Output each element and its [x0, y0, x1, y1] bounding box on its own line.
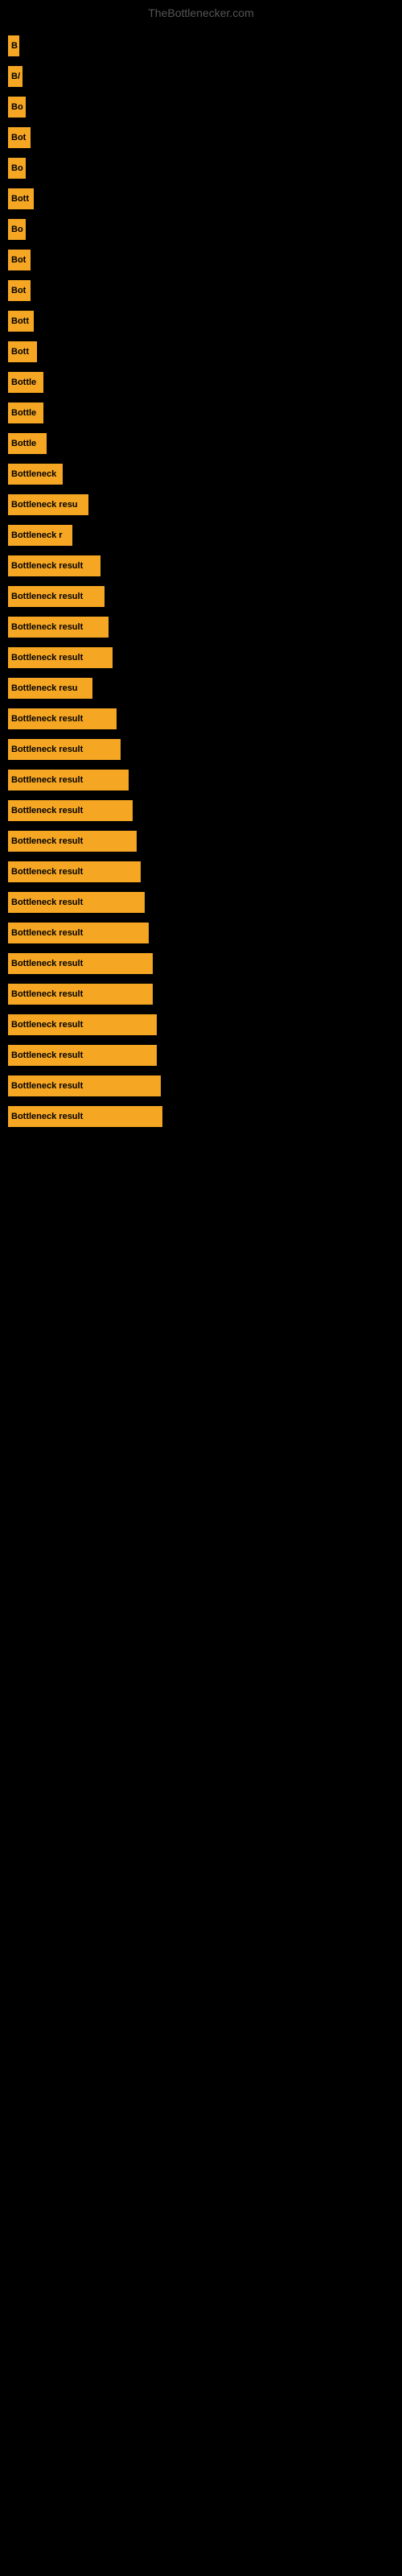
bar-row: Bottleneck [8, 459, 402, 489]
bar-row: Bottleneck result [8, 948, 402, 979]
bar-label: Bottleneck result [8, 1075, 161, 1096]
bar-label: Bottle [8, 433, 47, 454]
bar-label: Bottle [8, 372, 43, 393]
bar-label: Bott [8, 311, 34, 332]
bar-label: Bot [8, 250, 31, 270]
bar-row: Bottleneck result [8, 581, 402, 612]
bar-row: Bottleneck result [8, 1101, 402, 1132]
bar-label: Bott [8, 188, 34, 209]
bar-row: Bo [8, 92, 402, 122]
bar-row: Bot [8, 122, 402, 153]
site-title: TheBottlenecker.com [0, 0, 402, 23]
bar-label: Bottleneck resu [8, 494, 88, 515]
bar-row: Bottleneck result [8, 612, 402, 642]
bar-row: Bottleneck result [8, 704, 402, 734]
bar-row: B/ [8, 61, 402, 92]
bar-label: Bottleneck result [8, 617, 109, 638]
bar-row: Bottle [8, 367, 402, 398]
bar-row: Bott [8, 184, 402, 214]
bar-label: Bo [8, 97, 26, 118]
bar-row: Bottle [8, 428, 402, 459]
bar-row: Bottleneck result [8, 1071, 402, 1101]
bar-row: B [8, 31, 402, 61]
bar-label: Bottleneck result [8, 770, 129, 791]
bar-row: Bottleneck result [8, 642, 402, 673]
bar-label: Bottleneck r [8, 525, 72, 546]
bar-row: Bottleneck result [8, 795, 402, 826]
bar-label: Bottleneck result [8, 984, 153, 1005]
bar-row: Bottleneck result [8, 1040, 402, 1071]
bar-row: Bottleneck result [8, 765, 402, 795]
bar-label: Bot [8, 280, 31, 301]
bar-row: Bottleneck r [8, 520, 402, 551]
bar-label: B/ [8, 66, 23, 87]
bar-label: B [8, 35, 19, 56]
bar-label: Bottleneck result [8, 1106, 162, 1127]
bar-label: Bo [8, 219, 26, 240]
bar-row: Bo [8, 214, 402, 245]
bar-row: Bot [8, 275, 402, 306]
bar-row: Bottleneck result [8, 826, 402, 857]
bar-label: Bottleneck result [8, 800, 133, 821]
bar-label: Bottleneck result [8, 1014, 157, 1035]
bar-label: Bottleneck result [8, 923, 149, 943]
bar-label: Bottleneck result [8, 647, 113, 668]
bar-row: Bottleneck result [8, 551, 402, 581]
bar-label: Bot [8, 127, 31, 148]
bar-row: Bott [8, 306, 402, 336]
bar-label: Bottleneck result [8, 1045, 157, 1066]
bar-label: Bottle [8, 402, 43, 423]
bar-label: Bottleneck result [8, 739, 121, 760]
bar-label: Bottleneck [8, 464, 63, 485]
bar-label: Bottleneck result [8, 861, 141, 882]
bar-row: Bottleneck result [8, 857, 402, 887]
bar-label: Bottleneck result [8, 555, 100, 576]
bar-label: Bott [8, 341, 37, 362]
bar-label: Bo [8, 158, 26, 179]
bar-row: Bottleneck result [8, 918, 402, 948]
bar-label: Bottleneck result [8, 586, 105, 607]
bar-row: Bottleneck resu [8, 489, 402, 520]
bar-row: Bottleneck result [8, 734, 402, 765]
bar-row: Bottle [8, 398, 402, 428]
bar-label: Bottleneck resu [8, 678, 92, 699]
bar-row: Bottleneck result [8, 1009, 402, 1040]
bar-label: Bottleneck result [8, 831, 137, 852]
bar-row: Bottleneck resu [8, 673, 402, 704]
bar-label: Bottleneck result [8, 892, 145, 913]
bar-row: Bott [8, 336, 402, 367]
bar-row: Bottleneck result [8, 887, 402, 918]
bar-row: Bottleneck result [8, 979, 402, 1009]
bar-row: Bo [8, 153, 402, 184]
bar-label: Bottleneck result [8, 708, 117, 729]
bar-row: Bot [8, 245, 402, 275]
bars-container: B B/Bo Bot Bo Bott Bo Bot Bot Bott Bott Bottle Bott… [0, 23, 402, 1132]
bar-label: Bottleneck result [8, 953, 153, 974]
